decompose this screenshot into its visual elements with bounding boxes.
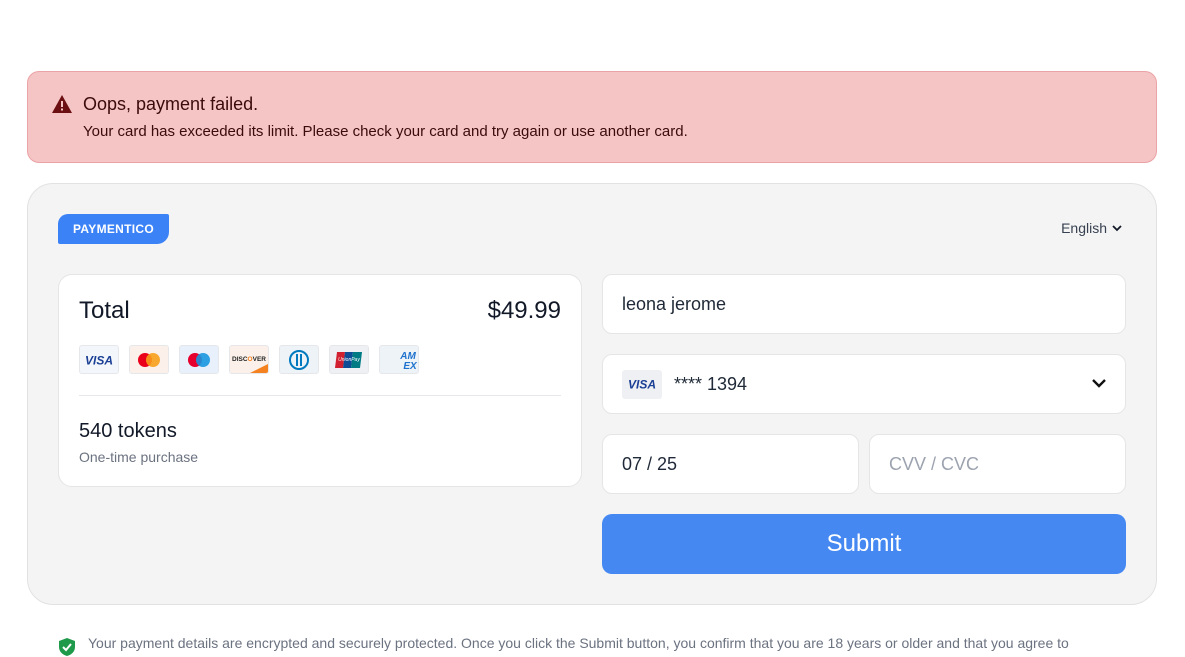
total-label: Total bbox=[79, 297, 130, 324]
cvv-input[interactable]: CVV / CVC bbox=[869, 434, 1126, 494]
chevron-down-icon bbox=[1112, 224, 1122, 231]
unionpay-icon: UnionPay bbox=[329, 345, 369, 374]
security-notice: Your payment details are encrypted and s… bbox=[58, 635, 1069, 657]
security-text: Your payment details are encrypted and s… bbox=[88, 635, 1069, 651]
chevron-down-icon bbox=[1092, 379, 1106, 388]
svg-text:UnionPay: UnionPay bbox=[338, 357, 360, 363]
visa-icon: VISA bbox=[622, 369, 662, 399]
order-summary: Total $49.99 VISA DISCOVER UnionPay AM EX bbox=[58, 274, 582, 487]
total-amount: $49.99 bbox=[487, 297, 561, 324]
discover-icon: DISCOVER bbox=[229, 345, 269, 374]
cardholder-name-input[interactable]: leona jerome bbox=[602, 274, 1126, 334]
svg-text:DISCOVER: DISCOVER bbox=[232, 356, 266, 363]
submit-button[interactable]: Submit bbox=[602, 514, 1126, 574]
checkout-panel: PAYMENTICO English Total $49.99 VISA DIS… bbox=[27, 183, 1157, 605]
svg-text:VISA: VISA bbox=[85, 353, 113, 367]
mastercard-icon bbox=[129, 345, 169, 374]
payment-error-alert: Oops, payment failed. Your card has exce… bbox=[27, 71, 1157, 163]
alert-title: Oops, payment failed. bbox=[83, 94, 259, 114]
shield-check-icon bbox=[59, 638, 75, 656]
maestro-icon bbox=[179, 345, 219, 374]
saved-card-select[interactable]: VISA **** 1394 bbox=[602, 354, 1126, 414]
diners-club-icon bbox=[279, 345, 319, 374]
svg-text:VISA: VISA bbox=[628, 378, 656, 392]
expiry-date-value: 07 / 25 bbox=[622, 453, 678, 474]
svg-text:EX: EX bbox=[403, 361, 418, 372]
visa-icon: VISA bbox=[79, 345, 119, 374]
saved-card-number: **** 1394 bbox=[674, 373, 748, 394]
cardholder-name-value: leona jerome bbox=[622, 293, 727, 314]
amex-icon: AM EX bbox=[379, 345, 419, 374]
product-name: 540 tokens bbox=[79, 420, 177, 442]
alert-message: Your card has exceeded its limit. Please… bbox=[83, 123, 688, 140]
accepted-cards: VISA DISCOVER UnionPay AM EX bbox=[79, 345, 419, 374]
purchase-type: One-time purchase bbox=[79, 449, 199, 465]
summary-divider bbox=[79, 395, 561, 396]
language-label: English bbox=[1061, 220, 1107, 236]
paymentico-logo: PAYMENTICO bbox=[58, 214, 169, 244]
warning-triangle-icon bbox=[52, 95, 72, 113]
expiry-date-input[interactable]: 07 / 25 bbox=[602, 434, 859, 494]
cvv-placeholder: CVV / CVC bbox=[889, 453, 980, 474]
language-selector[interactable]: English bbox=[1061, 220, 1122, 236]
